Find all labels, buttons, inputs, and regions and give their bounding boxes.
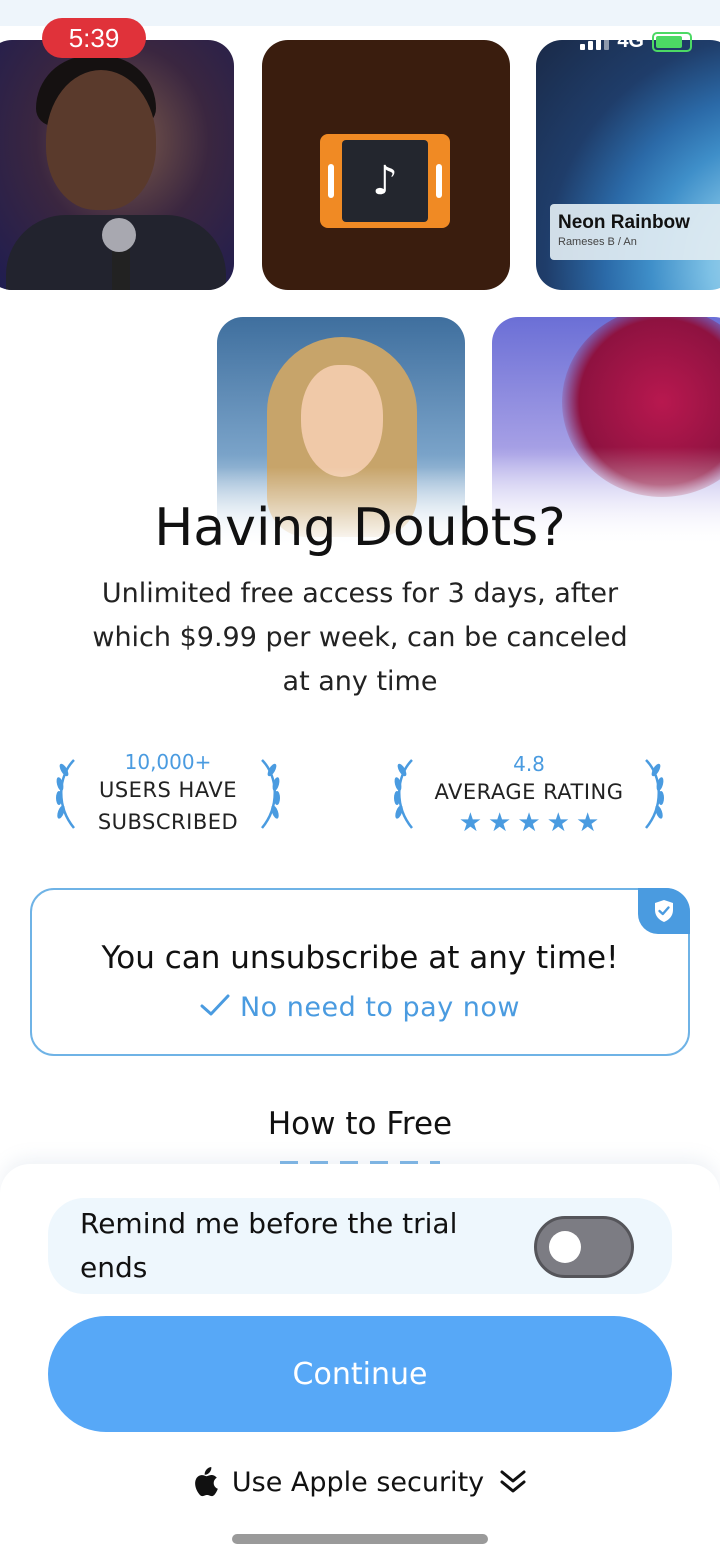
stat-subscribers-label-1: USERS HAVE <box>98 778 237 802</box>
music-app-icon: ♪ <box>320 134 450 228</box>
rating-stars: ★ ★ ★ ★ ★ <box>418 810 640 836</box>
laurel-right-icon <box>645 759 664 829</box>
pricing-description: Unlimited free access for 3 days, after … <box>92 578 628 697</box>
status-indicators: 4G <box>580 30 692 53</box>
stat-subscribers-label-2: SUBSCRIBED <box>97 810 239 834</box>
trial-reminder-toggle[interactable] <box>534 1216 634 1278</box>
stat-subscribers: 10,000+ USERS HAVE SUBSCRIBED <box>50 744 286 844</box>
apple-logo-icon <box>194 1467 218 1497</box>
apple-security-label: Use Apple security <box>231 1466 485 1498</box>
promise-subtitle: No need to pay now <box>239 992 520 1023</box>
promise-title: You can unsubscribe at any time! <box>101 940 619 976</box>
trial-reminder-row[interactable]: Remind me before the trial ends <box>48 1198 672 1294</box>
cover-subtitle: Rameses B / An <box>558 236 637 248</box>
stat-rating: 4.8 AVERAGE RATING ★ ★ ★ ★ ★ <box>388 744 670 844</box>
laurel-left-icon <box>56 759 75 829</box>
battery-icon <box>652 31 692 52</box>
laurel-right-icon <box>261 759 280 829</box>
promise-subtitle-row: No need to pay now <box>32 992 688 1023</box>
star-icon: ★ <box>458 808 483 838</box>
cover-neon-rainbow[interactable]: Neon Rainbow Rameses B / An <box>536 40 720 290</box>
cover-singer[interactable] <box>0 40 234 290</box>
stat-subscribers-value: 10,000+ <box>124 750 212 774</box>
stat-rating-value: 4.8 <box>513 752 545 776</box>
checkmark-icon <box>200 994 230 1016</box>
star-icon: ★ <box>575 808 600 838</box>
network-type: 4G <box>617 30 644 52</box>
cover-label-card: Neon Rainbow Rameses B / An <box>550 204 720 260</box>
apple-security-link[interactable]: Use Apple security <box>0 1466 720 1498</box>
status-time: 5:39 <box>42 18 146 58</box>
unsubscribe-promise-card: You can unsubscribe at any time! No need… <box>30 888 690 1056</box>
star-icon: ★ <box>488 808 512 838</box>
music-note-icon: ♪ <box>342 140 428 222</box>
page-title: Having Doubts? <box>154 498 566 558</box>
star-icon: ★ <box>517 808 541 838</box>
continue-button[interactable]: Continue <box>48 1316 672 1432</box>
signal-icon <box>580 34 610 50</box>
stat-rating-label: AVERAGE RATING <box>434 780 624 804</box>
how-to-free-title: How to Free <box>267 1106 453 1142</box>
trial-reminder-label: Remind me before the trial ends <box>80 1207 458 1284</box>
cover-music-app[interactable]: ♪ <box>262 40 510 290</box>
shield-check-icon <box>638 888 690 934</box>
cover-title: Neon Rainbow <box>558 212 690 233</box>
home-indicator[interactable] <box>232 1534 488 1544</box>
laurel-left-icon <box>394 759 413 829</box>
star-icon: ★ <box>546 808 570 838</box>
toggle-knob <box>549 1231 581 1263</box>
double-chevron-down-icon <box>500 1470 526 1493</box>
